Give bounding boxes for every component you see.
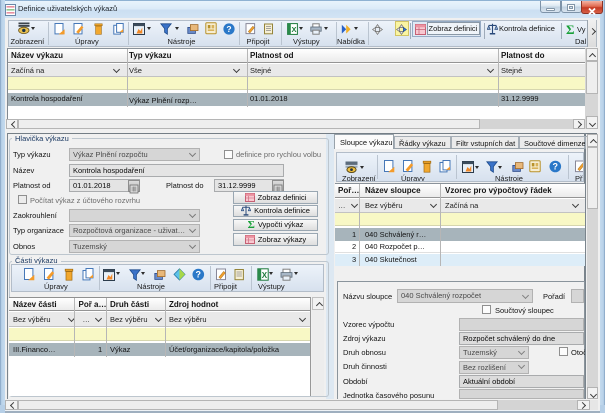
svg-text:X: X (291, 25, 296, 34)
svg-text:?: ? (553, 162, 559, 172)
svg-text:X: X (262, 270, 268, 279)
svg-text:?: ? (226, 24, 231, 34)
svg-text:?: ? (196, 269, 202, 279)
